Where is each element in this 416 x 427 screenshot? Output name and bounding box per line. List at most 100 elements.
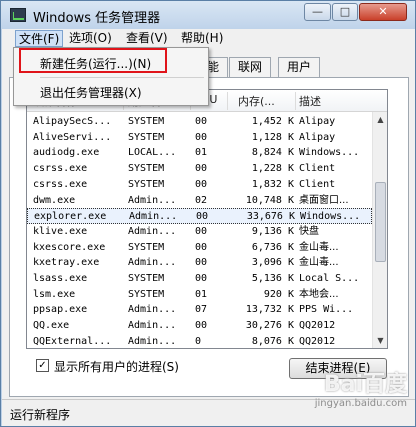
menu-separator — [40, 77, 204, 78]
process-cpu: 00 — [195, 116, 208, 127]
column-separator[interactable] — [295, 92, 296, 110]
process-memory: 1,452 K — [251, 116, 294, 127]
process-cpu: 00 — [195, 178, 208, 190]
process-row[interactable]: QQExternal... Admin... 0 8,076 K QQ2012 — [27, 334, 372, 348]
process-name: ppsap.exe — [33, 304, 88, 316]
process-cpu: 00 — [195, 273, 208, 284]
menu-bar: 文件(F) 选项(O) 查看(V) 帮助(H) — [2, 29, 415, 47]
tab-networking[interactable]: 联网 — [229, 57, 272, 77]
process-name: lsm.exe — [33, 288, 76, 300]
menu-options[interactable]: 选项(O) — [66, 30, 115, 47]
process-description: Alipay — [299, 131, 336, 143]
process-description: 快盘 — [299, 225, 319, 237]
process-row[interactable]: klive.exe Admin... 00 9,136 K 快盘 — [27, 224, 372, 240]
process-list[interactable]: 映像名称 用户名 CPU 内存(... 描述 AlipaySecS...SYST… — [26, 89, 388, 349]
process-memory: 5,136 K — [251, 273, 294, 284]
process-cpu: 00 — [195, 257, 208, 269]
process-name: lsass.exe — [33, 273, 88, 284]
menu-help[interactable]: 帮助(H) — [178, 30, 226, 47]
menu-file[interactable]: 文件(F) — [15, 30, 64, 47]
vertical-scrollbar[interactable]: ▲ ▼ — [372, 112, 387, 348]
process-row[interactable]: lsass.exe SYSTEM 00 5,136 K Local S... — [27, 271, 372, 287]
process-row[interactable]: AlipaySecS... SYSTEM 00 1,452 K Alipay — [27, 114, 372, 130]
process-cpu: 01 — [195, 288, 208, 300]
process-memory: 13,732 K — [245, 304, 294, 316]
process-description: Windows... — [300, 211, 361, 223]
end-process-button[interactable]: 结束进程(E) — [289, 358, 387, 379]
menu-view[interactable]: 查看(V) — [123, 30, 171, 47]
process-memory: 8,076 K — [251, 335, 294, 347]
process-memory: 1,228 K — [251, 163, 294, 175]
process-user: SYSTEM — [128, 116, 165, 127]
process-user: Admin... — [129, 211, 178, 223]
minimize-button[interactable]: — — [304, 3, 331, 21]
process-memory: 33,676 K — [246, 211, 295, 223]
process-name: csrss.exe — [33, 178, 88, 190]
process-name: klive.exe — [33, 225, 88, 237]
tab-users[interactable]: 用户 — [278, 57, 321, 77]
scroll-down-icon[interactable]: ▼ — [373, 333, 387, 348]
process-user: Admin... — [128, 335, 177, 347]
process-cpu: 07 — [195, 304, 208, 316]
process-name: kxescore.exe — [33, 241, 106, 253]
process-description: 金山毒... — [299, 241, 339, 253]
process-memory: 1,832 K — [251, 178, 294, 190]
process-name: AliveServi... — [33, 131, 112, 143]
process-user: LOCAL... — [128, 147, 177, 159]
show-all-users-label: 显示所有用户的进程(S) — [54, 360, 179, 374]
process-name: audiodg.exe — [33, 147, 100, 159]
process-description: Client — [299, 163, 336, 175]
process-row[interactable]: ppsap.exe Admin... 07 13,732 K PPS Wi... — [27, 302, 372, 318]
process-row[interactable]: lsm.exe SYSTEM 01 920 K 本地会... — [27, 287, 372, 303]
maximize-button[interactable]: □ — [332, 3, 358, 21]
process-memory: 920 K — [263, 288, 294, 300]
process-name: explorer.exe — [34, 211, 107, 223]
column-header-description[interactable]: 描述 — [299, 93, 321, 109]
process-description: Local S... — [299, 273, 360, 284]
process-name: QQExternal... — [33, 335, 112, 347]
process-cpu: 00 — [195, 320, 208, 332]
process-row[interactable]: QQ.exe Admin... 00 30,276 K QQ2012 — [27, 318, 372, 334]
show-all-users-checkbox[interactable]: ✓ — [36, 359, 49, 372]
process-cpu: 01 — [195, 147, 208, 159]
process-cpu: 0 — [195, 335, 202, 347]
process-row[interactable]: dwm.exe Admin... 02 10,748 K 桌面窗口... — [27, 193, 372, 209]
process-row[interactable]: explorer.exe Admin... 00 33,676 K Windows... — [27, 208, 372, 225]
process-user: SYSTEM — [128, 241, 165, 253]
process-user: Admin... — [128, 225, 177, 237]
process-user: SYSTEM — [128, 273, 165, 284]
close-button[interactable]: ✕ — [359, 3, 407, 21]
process-description: Windows... — [299, 147, 360, 159]
process-user: Admin... — [128, 257, 177, 269]
process-memory: 3,096 K — [251, 257, 294, 269]
scroll-up-icon[interactable]: ▲ — [373, 112, 387, 127]
column-header-memory[interactable]: 内存(... — [238, 93, 275, 109]
status-text: 运行新程序 — [10, 408, 71, 422]
process-user: Admin... — [128, 304, 177, 316]
process-cpu: 00 — [195, 131, 208, 143]
process-description: 本地会... — [299, 288, 339, 300]
process-name: AlipaySecS... — [33, 116, 112, 127]
process-description: 金山毒... — [299, 257, 339, 269]
title-bar[interactable]: Windows 任务管理器 — □ ✕ — [1, 1, 415, 29]
process-row[interactable]: AliveServi... SYSTEM 00 1,128 K Alipay — [27, 130, 372, 146]
process-row[interactable]: kxetray.exe Admin... 00 3,096 K 金山毒... — [27, 255, 372, 271]
process-row[interactable]: csrss.exe SYSTEM 00 1,228 K Client — [27, 161, 372, 177]
process-user: Admin... — [128, 320, 177, 332]
process-memory: 8,824 K — [251, 147, 294, 159]
process-row[interactable]: audiodg.exe LOCAL... 01 8,824 K Windows... — [27, 145, 372, 161]
process-user: SYSTEM — [128, 178, 165, 190]
process-description: Client — [299, 178, 336, 190]
menu-item-exit[interactable]: 退出任务管理器(X) — [40, 84, 142, 101]
process-row[interactable]: csrss.exe SYSTEM 00 1,832 K Client — [27, 177, 372, 193]
column-separator[interactable] — [227, 92, 228, 110]
process-memory: 6,736 K — [251, 241, 294, 253]
process-row[interactable]: kxescore.exe SYSTEM 00 6,736 K 金山毒... — [27, 240, 372, 256]
process-user: Admin... — [128, 194, 177, 206]
process-description: QQ2012 — [299, 320, 336, 332]
process-memory: 9,136 K — [251, 225, 294, 237]
process-cpu: 00 — [196, 211, 209, 223]
process-memory: 10,748 K — [245, 194, 294, 206]
annotation-highlight-box — [19, 48, 167, 73]
scrollbar-thumb[interactable] — [375, 182, 386, 262]
